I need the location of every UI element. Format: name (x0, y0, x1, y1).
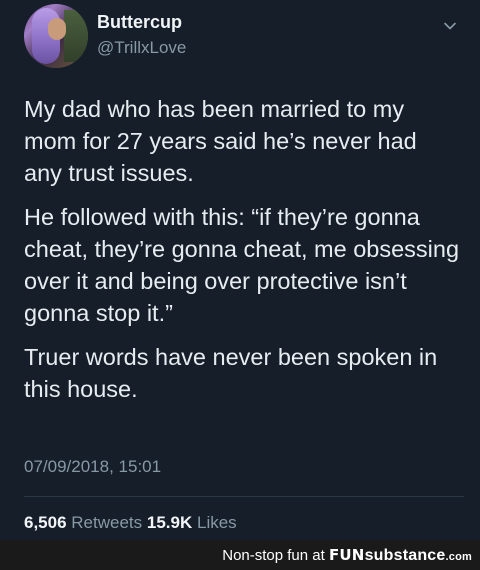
watermark-brand: FUNsubstance.com (328, 546, 472, 564)
likes-label: Likes (197, 513, 237, 532)
retweets-stat[interactable]: 6,506 Retweets (24, 513, 147, 532)
retweets-label: Retweets (71, 513, 143, 532)
tweet-stats: 6,506 Retweets 15.9K Likes (24, 513, 237, 533)
author-name[interactable]: Buttercup (97, 12, 182, 33)
tweet-card: Buttercup @TrillxLove My dad who has bee… (0, 0, 480, 540)
tweet-paragraph: He followed with this: “if they’re gonna… (24, 204, 460, 326)
watermark-brand-sub: substance (364, 547, 446, 564)
chevron-down-icon[interactable] (442, 18, 458, 34)
author-handle[interactable]: @TrillxLove (97, 38, 186, 58)
retweets-count: 6,506 (24, 513, 67, 532)
watermark-footer: Non-stop fun at FUNsubstance.com (0, 540, 480, 570)
avatar[interactable] (24, 4, 88, 68)
tweet-timestamp[interactable]: 07/09/2018, 15:01 (24, 457, 161, 477)
likes-count: 15.9K (146, 513, 193, 532)
divider (24, 496, 464, 497)
tweet-header: Buttercup @TrillxLove (24, 4, 464, 68)
tweet-body: My dad who has been married to my mom fo… (24, 93, 460, 417)
watermark-brand-com: .com (445, 551, 472, 563)
watermark-tagline: Non-stop fun at (222, 547, 325, 564)
tweet-paragraph: My dad who has been married to my mom fo… (24, 96, 417, 186)
avatar-background (64, 10, 88, 62)
tweet-paragraph: Truer words have never been spoken in th… (24, 344, 438, 402)
watermark-text[interactable]: Non-stop fun at FUNsubstance.com (222, 546, 472, 565)
watermark-brand-fun: FUN (328, 546, 365, 564)
avatar-face (48, 18, 66, 40)
likes-stat[interactable]: 15.9K Likes (147, 513, 237, 532)
